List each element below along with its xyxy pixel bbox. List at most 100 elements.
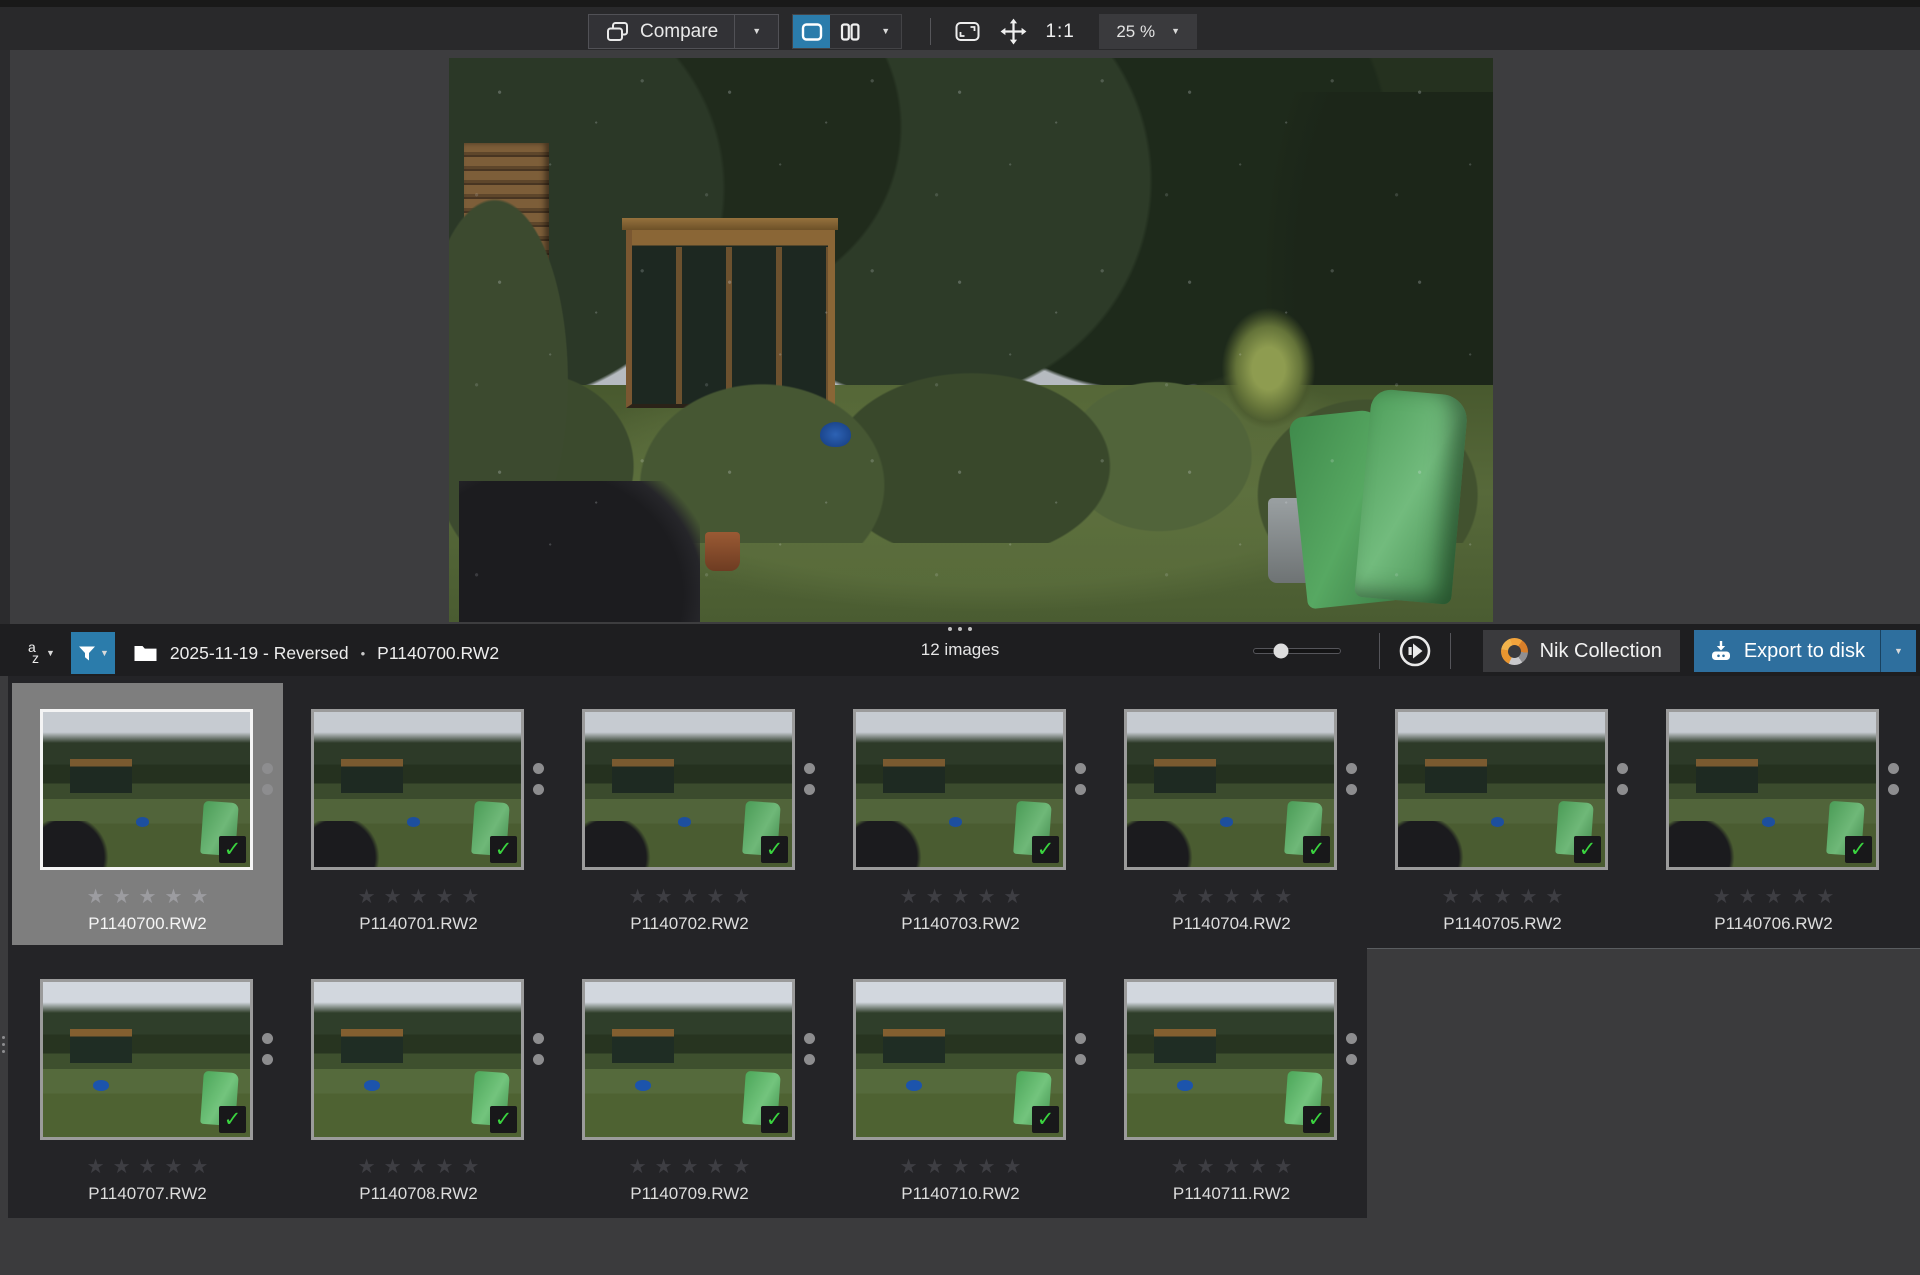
thumbnail-cell[interactable]: ✓ ★★★★★ P1140710.RW2 (825, 953, 1096, 1215)
blue-tub-shape (364, 1080, 381, 1091)
main-image-preview[interactable] (449, 58, 1493, 622)
star-rating[interactable]: ★★★★★ (12, 1154, 283, 1178)
thumbnail-filename: P1140704.RW2 (1096, 914, 1367, 934)
split-view-button[interactable] (830, 15, 870, 48)
thumbnail-image[interactable]: ✓ (1395, 709, 1608, 870)
thumbnail-image[interactable]: ✓ (853, 979, 1066, 1140)
nik-collection-logo-icon (1501, 638, 1528, 665)
divider (1450, 633, 1451, 669)
chevron-down-icon: ▼ (752, 27, 761, 36)
tarp-shape (1669, 821, 1735, 868)
panel-drag-handle[interactable] (2, 1036, 5, 1053)
thumbnail-cell[interactable]: ✓ ★★★★★ P1140709.RW2 (554, 953, 825, 1215)
star-rating[interactable]: ★★★★★ (825, 1154, 1096, 1178)
thumbnail-cell[interactable]: ✓ ★★★★★ P1140702.RW2 (554, 683, 825, 945)
processed-check-badge: ✓ (490, 1106, 517, 1133)
thumbnail-cell[interactable]: ✓ ★★★★★ P1140704.RW2 (1096, 683, 1367, 945)
compare-button[interactable]: Compare (589, 15, 734, 48)
thumbnail-image[interactable]: ✓ (582, 979, 795, 1140)
status-dots (533, 763, 544, 795)
pan-tool-button[interactable] (998, 14, 1029, 49)
thumbnail-cell[interactable]: ✓ ★★★★★ P1140700.RW2 (12, 683, 283, 945)
processed-check-badge: ✓ (1303, 836, 1330, 863)
star-rating[interactable]: ★★★★★ (554, 1154, 825, 1178)
thumbnail-filename: P1140703.RW2 (825, 914, 1096, 934)
star-rating[interactable]: ★★★★★ (283, 884, 554, 908)
compare-button-group: Compare ▼ (588, 14, 779, 49)
thumbnail-image[interactable]: ✓ (1666, 709, 1879, 870)
processed-check-badge: ✓ (1032, 1106, 1059, 1133)
check-icon: ✓ (224, 839, 242, 860)
thumbnail-cell[interactable]: ✓ ★★★★★ P1140708.RW2 (283, 953, 554, 1215)
thumbnail-image[interactable]: ✓ (853, 709, 1066, 870)
fit-to-screen-button[interactable] (952, 14, 982, 49)
thumbnail-cell[interactable]: ✓ ★★★★★ P1140706.RW2 (1638, 683, 1909, 945)
star-rating[interactable]: ★★★★★ (1096, 1154, 1367, 1178)
star-rating[interactable]: ★★★★★ (825, 884, 1096, 908)
left-panel-edge[interactable] (0, 50, 10, 624)
blue-tub-shape (1491, 817, 1503, 826)
export-dropdown-button[interactable]: ▼ (1881, 630, 1916, 672)
chevron-down-icon: ▼ (1171, 27, 1180, 36)
thumbnail-image[interactable]: ✓ (1124, 979, 1337, 1140)
go-to-image-button[interactable] (1398, 634, 1432, 668)
zoom-level-select[interactable]: 25 % ▼ (1099, 14, 1197, 49)
star-rating[interactable]: ★★★★★ (1367, 884, 1638, 908)
thumbnail-image[interactable]: ✓ (311, 979, 524, 1140)
thumbnail-filename: P1140700.RW2 (12, 914, 283, 934)
thumbnail-filename: P1140710.RW2 (825, 1184, 1096, 1204)
nik-collection-button[interactable]: Nik Collection (1483, 630, 1680, 672)
thumbnail-grid: ✓ ★★★★★ P1140700.RW2 ✓ ★★★★★ P1140701.RW… (12, 683, 1909, 1215)
processed-check-badge: ✓ (761, 1106, 788, 1133)
thumbnail-image[interactable]: ✓ (1124, 709, 1337, 870)
star-rating[interactable]: ★★★★★ (554, 884, 825, 908)
compare-label: Compare (640, 21, 718, 43)
split-view-icon (838, 21, 862, 43)
thumbnail-cell[interactable]: ✓ ★★★★★ P1140711.RW2 (1096, 953, 1367, 1215)
star-rating[interactable]: ★★★★★ (283, 1154, 554, 1178)
status-dots (804, 1033, 815, 1065)
check-icon: ✓ (766, 1109, 784, 1130)
blue-tub-shape (678, 817, 690, 826)
thumbnail-filename: P1140702.RW2 (554, 914, 825, 934)
export-label: Export to disk (1744, 640, 1865, 663)
single-view-button[interactable] (793, 15, 830, 48)
slider-knob[interactable] (1274, 644, 1289, 659)
compare-dropdown-button[interactable]: ▼ (735, 15, 778, 48)
check-icon: ✓ (1850, 839, 1868, 860)
thumbnail-cell[interactable]: ✓ ★★★★★ P1140705.RW2 (1367, 683, 1638, 945)
zoom-100-button[interactable]: 1:1 (1045, 14, 1075, 49)
thumbnail-image[interactable]: ✓ (40, 709, 253, 870)
thumbnail-image[interactable]: ✓ (582, 709, 795, 870)
compare-icon (605, 20, 630, 43)
status-dots (262, 1033, 273, 1065)
thumbnail-cell[interactable]: ✓ ★★★★★ P1140707.RW2 (12, 953, 283, 1215)
chevron-down-icon: ▼ (1894, 647, 1903, 656)
thumbnail-image[interactable]: ✓ (311, 709, 524, 870)
thumbnail-grid-area: ✓ ★★★★★ P1140700.RW2 ✓ ★★★★★ P1140701.RW… (0, 676, 1920, 1275)
star-rating[interactable]: ★★★★★ (12, 884, 283, 908)
view-mode-dropdown-button[interactable]: ▼ (870, 15, 901, 48)
processed-check-badge: ✓ (219, 1106, 246, 1133)
check-icon: ✓ (1308, 1109, 1326, 1130)
toolbar-separator (930, 18, 931, 45)
star-rating[interactable]: ★★★★★ (1096, 884, 1367, 908)
blue-tub-shape (1762, 817, 1774, 826)
fit-to-screen-icon (954, 20, 981, 43)
tarp-shape (43, 821, 109, 868)
check-icon: ✓ (224, 1109, 242, 1130)
thumbnail-cell[interactable]: ✓ ★★★★★ P1140701.RW2 (283, 683, 554, 945)
thumbnail-size-slider[interactable] (1253, 648, 1341, 654)
star-rating[interactable]: ★★★★★ (1638, 884, 1909, 908)
move-pan-icon (1000, 18, 1027, 45)
top-toolbar: Compare ▼ (0, 0, 1920, 50)
thumbnail-filename: P1140707.RW2 (12, 1184, 283, 1204)
export-icon (1709, 639, 1733, 663)
status-dots (533, 1033, 544, 1065)
export-to-disk-button[interactable]: Export to disk ▼ (1694, 630, 1916, 672)
processed-check-badge: ✓ (1845, 836, 1872, 863)
thumbnail-image[interactable]: ✓ (40, 979, 253, 1140)
thumbnail-filename: P1140706.RW2 (1638, 914, 1909, 934)
thumbnail-cell[interactable]: ✓ ★★★★★ P1140703.RW2 (825, 683, 1096, 945)
blue-tub-shape (949, 817, 961, 826)
